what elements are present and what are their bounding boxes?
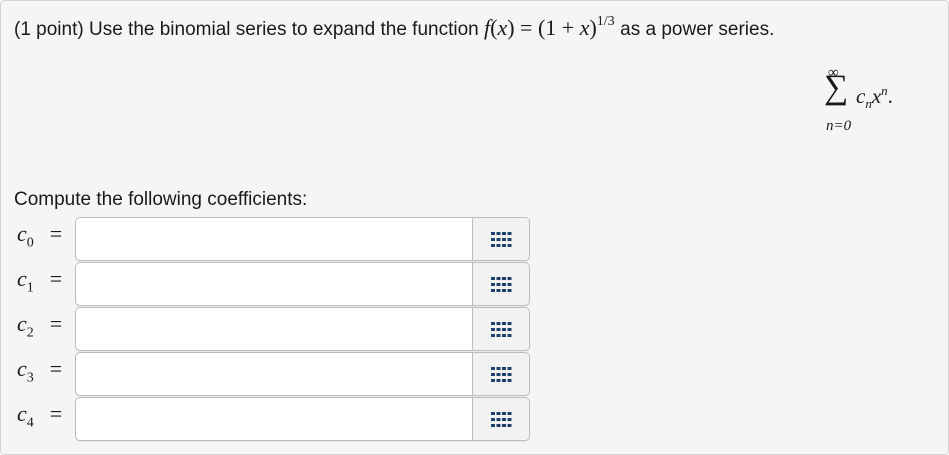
coefficient-var: c xyxy=(17,221,27,246)
coefficient-var: c xyxy=(17,356,27,381)
coefficient-label-0: c0 = xyxy=(17,221,62,251)
answer-input-c4[interactable] xyxy=(78,400,468,436)
equation-palette-button[interactable] xyxy=(472,398,529,440)
problem-panel: (1 point) Use the binomial series to exp… xyxy=(0,0,949,455)
equation-palette-button[interactable] xyxy=(472,308,529,350)
problem-text-end: as a power series. xyxy=(620,19,775,40)
answer-input-c1[interactable] xyxy=(78,265,468,301)
problem-text: (1 point) Use the binomial series to exp… xyxy=(14,19,479,40)
coefficient-index: 1 xyxy=(26,280,34,296)
equation-palette-icon xyxy=(491,277,512,292)
instructions: Compute the following coefficients: xyxy=(14,189,308,210)
answer-field-wrapper xyxy=(75,397,530,441)
problem-statement: (1 point) Use the binomial series to exp… xyxy=(14,13,775,41)
coefficient-row-2: c2 = xyxy=(1,307,948,351)
coefficient-row-0: c0 = xyxy=(1,217,948,261)
function-expression: f(x) = (1 + x)1/3 xyxy=(484,13,620,40)
coefficient-index: 4 xyxy=(26,415,34,431)
function-arg: x xyxy=(497,15,508,40)
sum-coef: c xyxy=(856,84,866,108)
coefficient-var: c xyxy=(17,401,27,426)
function-exponent: 1/3 xyxy=(596,13,615,29)
equals-sign: = xyxy=(49,401,63,426)
sum-var: x xyxy=(871,84,882,108)
coefficient-label-3: c3 = xyxy=(17,356,62,386)
answer-input-c2[interactable] xyxy=(78,310,468,346)
answer-input-c3[interactable] xyxy=(78,355,468,391)
answer-field-wrapper xyxy=(75,352,530,396)
coefficient-label-4: c4 = xyxy=(17,401,62,431)
equation-palette-icon xyxy=(491,367,512,382)
equation-palette-button[interactable] xyxy=(472,218,529,260)
coefficient-row-4: c4 = xyxy=(1,397,948,441)
function-equals: ) = (1 + xyxy=(507,15,580,40)
equation-palette-icon xyxy=(491,232,512,247)
coefficient-label-1: c1 = xyxy=(17,266,62,296)
answer-field-wrapper xyxy=(75,307,530,351)
function-var: x xyxy=(579,15,590,40)
equals-sign: = xyxy=(49,221,63,246)
equation-palette-icon xyxy=(491,322,512,337)
sum-term: cnxn. xyxy=(856,83,893,112)
coefficient-row-3: c3 = xyxy=(1,352,948,396)
equals-sign: = xyxy=(49,266,63,291)
equation-palette-icon xyxy=(491,412,512,427)
coefficient-index: 0 xyxy=(26,235,34,251)
coefficient-var: c xyxy=(17,311,27,336)
sum-lower-limit: n=0 xyxy=(826,118,852,134)
coefficient-index: 3 xyxy=(26,370,34,386)
equals-sign: = xyxy=(49,356,63,381)
sigma-symbol: ∑ xyxy=(824,69,849,106)
answer-field-wrapper xyxy=(75,217,530,261)
coefficient-label-2: c2 = xyxy=(17,311,62,341)
equation-palette-button[interactable] xyxy=(472,263,529,305)
equals-sign: = xyxy=(49,311,63,336)
answer-input-c0[interactable] xyxy=(78,220,468,256)
coefficient-index: 2 xyxy=(26,325,34,341)
coefficient-var: c xyxy=(17,266,27,291)
answer-field-wrapper xyxy=(75,262,530,306)
coefficient-row-1: c1 = xyxy=(1,262,948,306)
power-series-sum: ∞ ∑ cnxn. n=0 xyxy=(823,65,933,145)
function-close-paren: ) xyxy=(589,15,597,40)
equation-palette-button[interactable] xyxy=(472,353,529,395)
sum-period: . xyxy=(887,84,893,108)
